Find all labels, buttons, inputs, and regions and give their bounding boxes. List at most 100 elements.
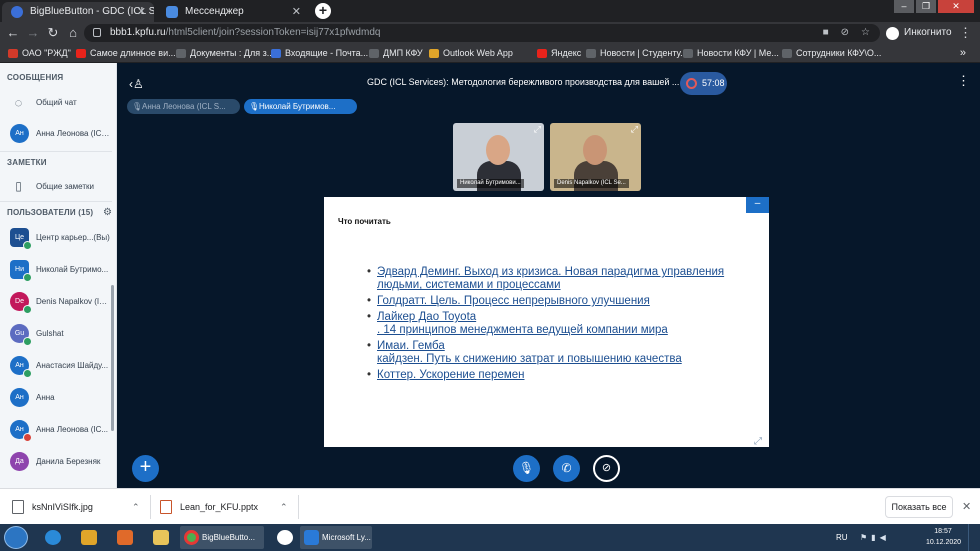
talking-indicator[interactable]: 🎙︎ Анна Леонова (ICL S...	[127, 99, 240, 114]
bookmark-item[interactable]: Новости | Студенту...	[586, 44, 688, 63]
show-all-downloads-button[interactable]: Показать все	[885, 496, 953, 518]
users-toggle-icon[interactable]: ‹♙	[129, 77, 144, 91]
talking-indicator-active[interactable]: 🎙︎ Николай Бутримов...	[244, 99, 357, 114]
lync-taskbar-button[interactable]: Microsoft Ly...	[300, 526, 372, 549]
user-list-item[interactable]: Ан Анна Леонова (IC...	[0, 416, 112, 444]
minimize-presentation-button[interactable]: –	[746, 197, 769, 213]
bookmark-item[interactable]: Входящие - Почта...	[271, 44, 368, 63]
chrome-taskbar-button[interactable]: BigBlueButto...	[180, 526, 264, 549]
close-window-icon[interactable]: ✕	[938, 0, 974, 13]
clock[interactable]: 18:57 10.12.2020	[926, 526, 961, 548]
user-list-item[interactable]: De Denis Napalkov (ICL ...	[0, 288, 112, 316]
bookmark-label: Входящие - Почта...	[285, 48, 369, 58]
bookmark-item[interactable]: Яндекс	[537, 44, 581, 63]
yandex-taskbar-icon[interactable]	[268, 526, 302, 549]
tracking-icon[interactable]: ⊘	[841, 24, 849, 42]
bookmark-item[interactable]: Сотрудники КФУ\О...	[782, 44, 881, 63]
video-participant-name: Николай Бутримови...	[457, 179, 524, 188]
network-icon[interactable]: ▮	[871, 533, 879, 542]
tab-messenger[interactable]: Мессенджер ✕	[157, 2, 309, 22]
recording-indicator[interactable]: 57:08	[680, 72, 727, 95]
chat-bubble-icon: ◌	[14, 95, 23, 110]
show-desktop-button[interactable]	[968, 524, 980, 551]
forward-arrow-icon[interactable]: →	[24, 24, 42, 42]
media-player-taskbar-icon[interactable]	[108, 526, 142, 549]
fullscreen-icon[interactable]: ⤢	[754, 436, 762, 447]
browser-tab-strip: BigBlueButton - GDC (ICL Se ✕ Мессенджер…	[0, 0, 980, 22]
incognito-indicator[interactable]: Инкогнито	[886, 25, 952, 41]
share-webcam-button[interactable]: ⊘	[593, 455, 620, 482]
bookmark-item[interactable]: Новости КФУ | Ме...	[683, 44, 779, 63]
bookmark-item[interactable]: ДМП КФУ	[369, 44, 423, 63]
bigbluebutton-favicon-icon	[11, 6, 23, 18]
clock-time: 18:57	[934, 528, 952, 535]
tab-bigbluebutton[interactable]: BigBlueButton - GDC (ICL Se ✕	[2, 2, 154, 22]
user-list-item[interactable]: Да Данила Березняк	[0, 448, 112, 476]
shared-notes-item[interactable]: ▯ Общие заметки	[0, 173, 112, 201]
url-host: bbb1.kpfu.ru	[110, 27, 166, 38]
sidebar-scrollbar[interactable]	[111, 285, 114, 431]
slide-list-item[interactable]: Эдвард Деминг. Выход из кризиса. Новая п…	[367, 266, 757, 292]
user-list-item[interactable]: Ан Анастасия Шайду...	[0, 352, 112, 380]
bookmark-item[interactable]: Outlook Web App	[429, 44, 513, 63]
phone-icon: ✆	[561, 461, 572, 475]
bookmark-item[interactable]: Документы : Для з...	[176, 44, 274, 63]
expand-icon[interactable]: ⤢	[631, 124, 638, 135]
options-menu-icon[interactable]: ⋮	[957, 73, 970, 89]
maximize-icon[interactable]: ❐	[916, 0, 936, 13]
public-chat-item[interactable]: ◌ Общий чат	[0, 89, 112, 117]
recording-timer: 57:08	[702, 78, 725, 88]
tab-close-icon[interactable]: ✕	[292, 2, 301, 22]
bookmark-item[interactable]: Самое длинное ви...	[76, 44, 176, 63]
bookmarks-overflow-icon[interactable]: »	[960, 44, 966, 63]
webcam-video[interactable]: Denis Napalkov (ICL Se... ⤢	[550, 123, 641, 191]
start-button[interactable]	[4, 526, 28, 549]
actions-button[interactable]: +	[132, 455, 159, 482]
outlook-taskbar-icon[interactable]	[72, 526, 106, 549]
slide-list-item[interactable]: Лайкер Дао Toyota . 14 принципов менеджм…	[367, 311, 757, 337]
download-item[interactable]: ksNnIViSIfk.jpg ⌃	[12, 497, 142, 517]
language-indicator[interactable]: RU	[836, 524, 848, 551]
private-chat-item[interactable]: Ан Анна Леонова (ICL ...	[0, 120, 112, 148]
browser-menu-icon[interactable]: ⋮	[959, 24, 972, 42]
user-list-item[interactable]: Ан Анна	[0, 384, 112, 412]
bookmark-item[interactable]: ОАО "РЖД"	[8, 44, 71, 63]
tab-close-icon[interactable]: ✕	[137, 2, 146, 22]
bookmark-favicon-icon	[782, 49, 792, 58]
flag-icon[interactable]: ⚑	[860, 533, 871, 542]
user-list-item[interactable]: Gu Gulshat	[0, 320, 112, 348]
camera-icon[interactable]: ■	[823, 24, 829, 42]
home-icon[interactable]: ⌂	[64, 24, 82, 42]
bookmark-favicon-icon	[586, 49, 596, 58]
slide-list-item[interactable]: Коттер. Ускорение перемен	[367, 369, 757, 382]
new-tab-button[interactable]: +	[315, 3, 331, 19]
webcam-video[interactable]: Николай Бутримови... ⤢	[453, 123, 544, 191]
divider	[150, 495, 151, 519]
messenger-favicon-icon	[166, 6, 178, 18]
chevron-up-icon[interactable]: ⌃	[132, 497, 140, 517]
leave-audio-button[interactable]: ✆	[553, 455, 580, 482]
url-text[interactable]: bbb1.kpfu.ru/html5client/join?sessionTok…	[110, 24, 380, 42]
address-bar[interactable]: bbb1.kpfu.ru/html5client/join?sessionTok…	[84, 24, 880, 42]
divider	[298, 495, 299, 519]
mute-button[interactable]: 🎙︎	[513, 455, 540, 482]
volume-icon[interactable]: ◀	[880, 533, 890, 542]
gear-icon[interactable]: ⚙	[103, 207, 112, 218]
close-icon[interactable]: ✕	[962, 500, 971, 513]
slide-list-item[interactable]: Голдратт. Цель. Процесс непрерывного улу…	[367, 295, 757, 308]
user-list-item[interactable]: Ни Николай Бутримо...	[0, 256, 112, 284]
ie-taskbar-icon[interactable]	[36, 526, 70, 549]
microphone-icon: 🎙︎	[132, 102, 143, 111]
explorer-taskbar-icon[interactable]	[144, 526, 178, 549]
chevron-up-icon[interactable]: ⌃	[280, 497, 288, 517]
minimize-icon[interactable]: –	[894, 0, 914, 13]
back-arrow-icon[interactable]: ←	[4, 24, 22, 42]
user-name: Denis Napalkov (ICL ...	[36, 297, 110, 306]
star-icon[interactable]: ☆	[861, 24, 870, 42]
expand-icon[interactable]: ⤢	[534, 124, 541, 135]
user-list-item[interactable]: Це Центр карьер...(Вы)	[0, 224, 112, 252]
download-item[interactable]: Lean_for_KFU.pptx ⌃	[160, 497, 290, 517]
status-badge	[23, 305, 32, 314]
slide-list-item[interactable]: Имаи. Гемба кайдзен. Путь к снижению зат…	[367, 340, 757, 366]
reload-icon[interactable]: ↻	[44, 24, 62, 42]
